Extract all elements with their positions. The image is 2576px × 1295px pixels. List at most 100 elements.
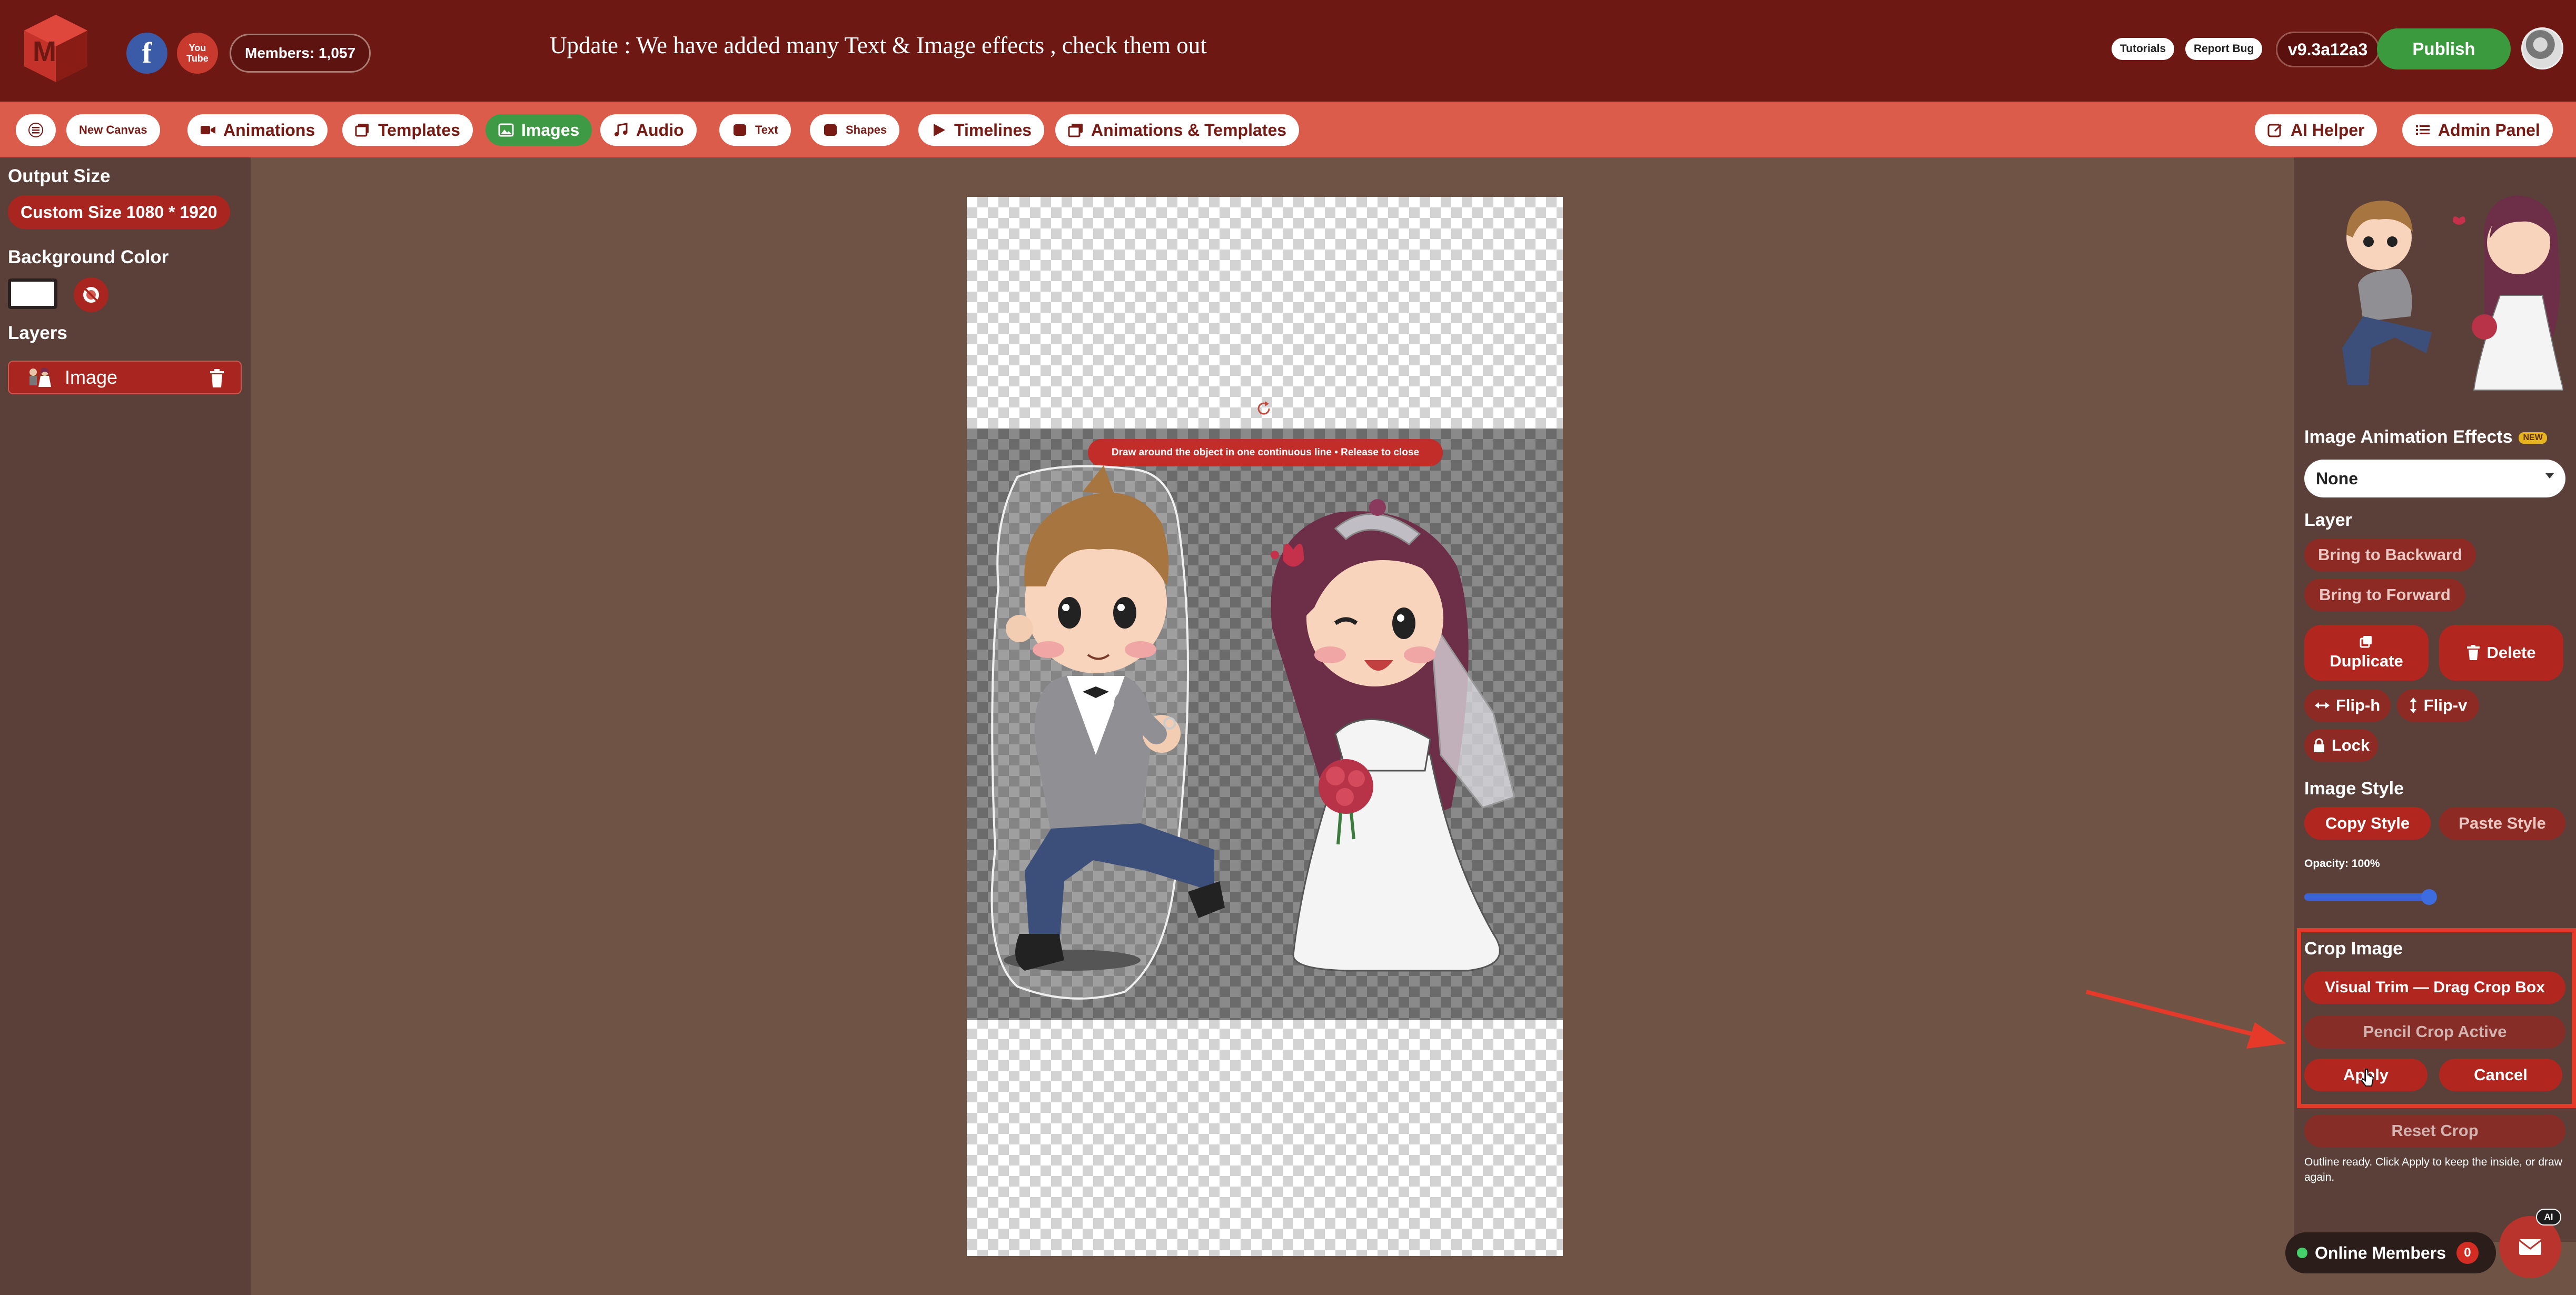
background-color-label: Background Color [8, 247, 169, 267]
flip-h-label: Flip-h [2335, 696, 2381, 714]
tab-templates[interactable]: Templates [342, 114, 473, 146]
reset-crop-button[interactable]: Reset Crop [2304, 1114, 2565, 1147]
left-sidebar: Output Size Custom Size 1080 * 1920 Back… [0, 157, 251, 1295]
admin-panel-label: Admin Panel [2438, 120, 2540, 140]
layers-label: Layers [8, 323, 67, 343]
crop-section-highlight [2297, 928, 2576, 1108]
tab-audio-label: Audio [636, 120, 684, 140]
lock-icon [2313, 738, 2324, 752]
members-count-badge: Members: 1,057 [230, 34, 371, 73]
gallery-icon [1068, 124, 1083, 137]
top-bar: M f You Tube Members: 1,057 Update : We … [0, 0, 2576, 102]
online-count-badge: 0 [2456, 1242, 2479, 1264]
facebook-glyph: f [142, 37, 152, 69]
new-canvas-label: New Canvas [79, 123, 147, 136]
trash-icon[interactable] [209, 369, 225, 388]
menu-button[interactable] [16, 114, 56, 146]
crop-status-note: Outline ready. Click Apply to keep the i… [2304, 1156, 2562, 1183]
groom-figure [990, 465, 1225, 1000]
tab-images-label: Images [521, 120, 580, 140]
tutorials-button[interactable]: Tutorials [2112, 38, 2175, 60]
new-canvas-button[interactable]: New Canvas [66, 114, 160, 146]
tab-timelines[interactable]: Timelines [918, 114, 1045, 146]
duplicate-button[interactable]: Duplicate [2304, 625, 2429, 681]
background-color-swatch[interactable] [8, 278, 57, 309]
online-members-label: Online Members [2315, 1243, 2446, 1262]
menu-icon [28, 123, 43, 137]
tab-animations-templates-label: Animations & Templates [1091, 120, 1287, 140]
arrows-h-icon [2314, 702, 2330, 709]
delete-button[interactable]: Delete [2439, 625, 2563, 681]
flip-vertical-button[interactable]: Flip-v [2397, 689, 2479, 722]
opacity-slider-handle[interactable] [2421, 889, 2437, 905]
delete-label: Delete [2486, 643, 2536, 662]
publish-button[interactable]: Publish [2377, 28, 2511, 69]
youtube-icon[interactable]: You Tube [177, 33, 218, 74]
wedding-couple-image [990, 465, 1515, 1000]
tab-animations[interactable]: Animations [187, 114, 328, 146]
ai-helper-button[interactable]: AI Helper [2255, 114, 2377, 146]
ai-badge: AI [2536, 1209, 2561, 1226]
lock-button[interactable]: Lock [2304, 729, 2378, 762]
svg-text:M: M [33, 36, 56, 67]
tab-animations-label: Animations [223, 120, 315, 140]
mail-icon [2519, 1239, 2542, 1255]
copy-style-button[interactable]: Copy Style [2304, 807, 2431, 840]
arrow-annotation [2086, 990, 2286, 1049]
layer-name: Image [65, 366, 118, 388]
avatar[interactable] [2521, 27, 2563, 69]
layer-section-label: Layer [2304, 510, 2352, 530]
image-icon [498, 123, 514, 137]
flip-v-label: Flip-v [2423, 696, 2468, 714]
new-badge: NEW [2519, 432, 2547, 444]
members-count-text: Members: 1,057 [245, 45, 356, 61]
youtube-glyph: You Tube [186, 43, 209, 64]
admin-panel-button[interactable]: Admin Panel [2402, 114, 2553, 146]
opacity-slider-track[interactable] [2304, 893, 2425, 901]
ai-helper-label: AI Helper [2291, 120, 2365, 140]
tab-text-label: Text [755, 123, 778, 136]
app-logo-icon[interactable]: M [22, 13, 90, 84]
rotate-icon[interactable] [1255, 400, 1272, 417]
tab-templates-label: Templates [378, 120, 460, 140]
version-badge: v9.3a12a3 [2276, 32, 2380, 67]
design-canvas[interactable]: Draw around the object in one continuous… [967, 197, 1563, 1256]
facebook-icon[interactable]: f [126, 33, 167, 74]
youtube-line2: Tube [186, 53, 209, 64]
output-size-button[interactable]: Custom Size 1080 * 1920 [8, 195, 230, 229]
image-preview-thumbnail [2311, 180, 2563, 401]
online-members-widget[interactable]: Online Members 0 [2285, 1232, 2496, 1273]
tab-shapes-label: Shapes [846, 123, 887, 136]
duplicate-label: Duplicate [2330, 652, 2403, 670]
layer-item[interactable]: Image [8, 361, 242, 394]
play-icon [934, 124, 945, 136]
music-icon [615, 123, 628, 136]
output-size-label: Output Size [8, 166, 111, 186]
layer-thumbnail [29, 367, 51, 387]
image-style-label: Image Style [2304, 779, 2404, 799]
chevron-down-icon [2545, 473, 2554, 479]
video-icon [201, 126, 215, 134]
shape-icon [824, 124, 837, 136]
tab-audio[interactable]: Audio [600, 114, 697, 146]
youtube-line1: You [189, 43, 206, 53]
clear-background-button[interactable] [74, 277, 108, 312]
animation-effect-select[interactable]: None [2304, 460, 2565, 497]
bring-forward-button[interactable]: Bring to Forward [2304, 579, 2465, 611]
paste-style-button[interactable]: Paste Style [2439, 807, 2565, 840]
copy-icon [2360, 636, 2372, 648]
tab-timelines-label: Timelines [954, 120, 1032, 140]
lock-label: Lock [2331, 736, 2370, 754]
animation-effect-value: None [2316, 469, 2358, 488]
crop-image-area[interactable]: Draw around the object in one continuous… [967, 429, 1563, 1020]
animation-effects-text: Image Animation Effects [2304, 427, 2513, 447]
flip-horizontal-button[interactable]: Flip-h [2304, 689, 2391, 722]
animation-effects-label: Image Animation Effects NEW [2304, 427, 2547, 447]
report-bug-button[interactable]: Report Bug [2185, 38, 2263, 60]
tab-shapes[interactable]: Shapes [810, 114, 900, 146]
opacity-label: Opacity: 100% [2304, 858, 2380, 870]
tab-text[interactable]: Text [719, 114, 791, 146]
tab-animations-templates[interactable]: Animations & Templates [1055, 114, 1300, 146]
bring-backward-button[interactable]: Bring to Backward [2304, 539, 2476, 571]
tab-images[interactable]: Images [486, 114, 592, 146]
